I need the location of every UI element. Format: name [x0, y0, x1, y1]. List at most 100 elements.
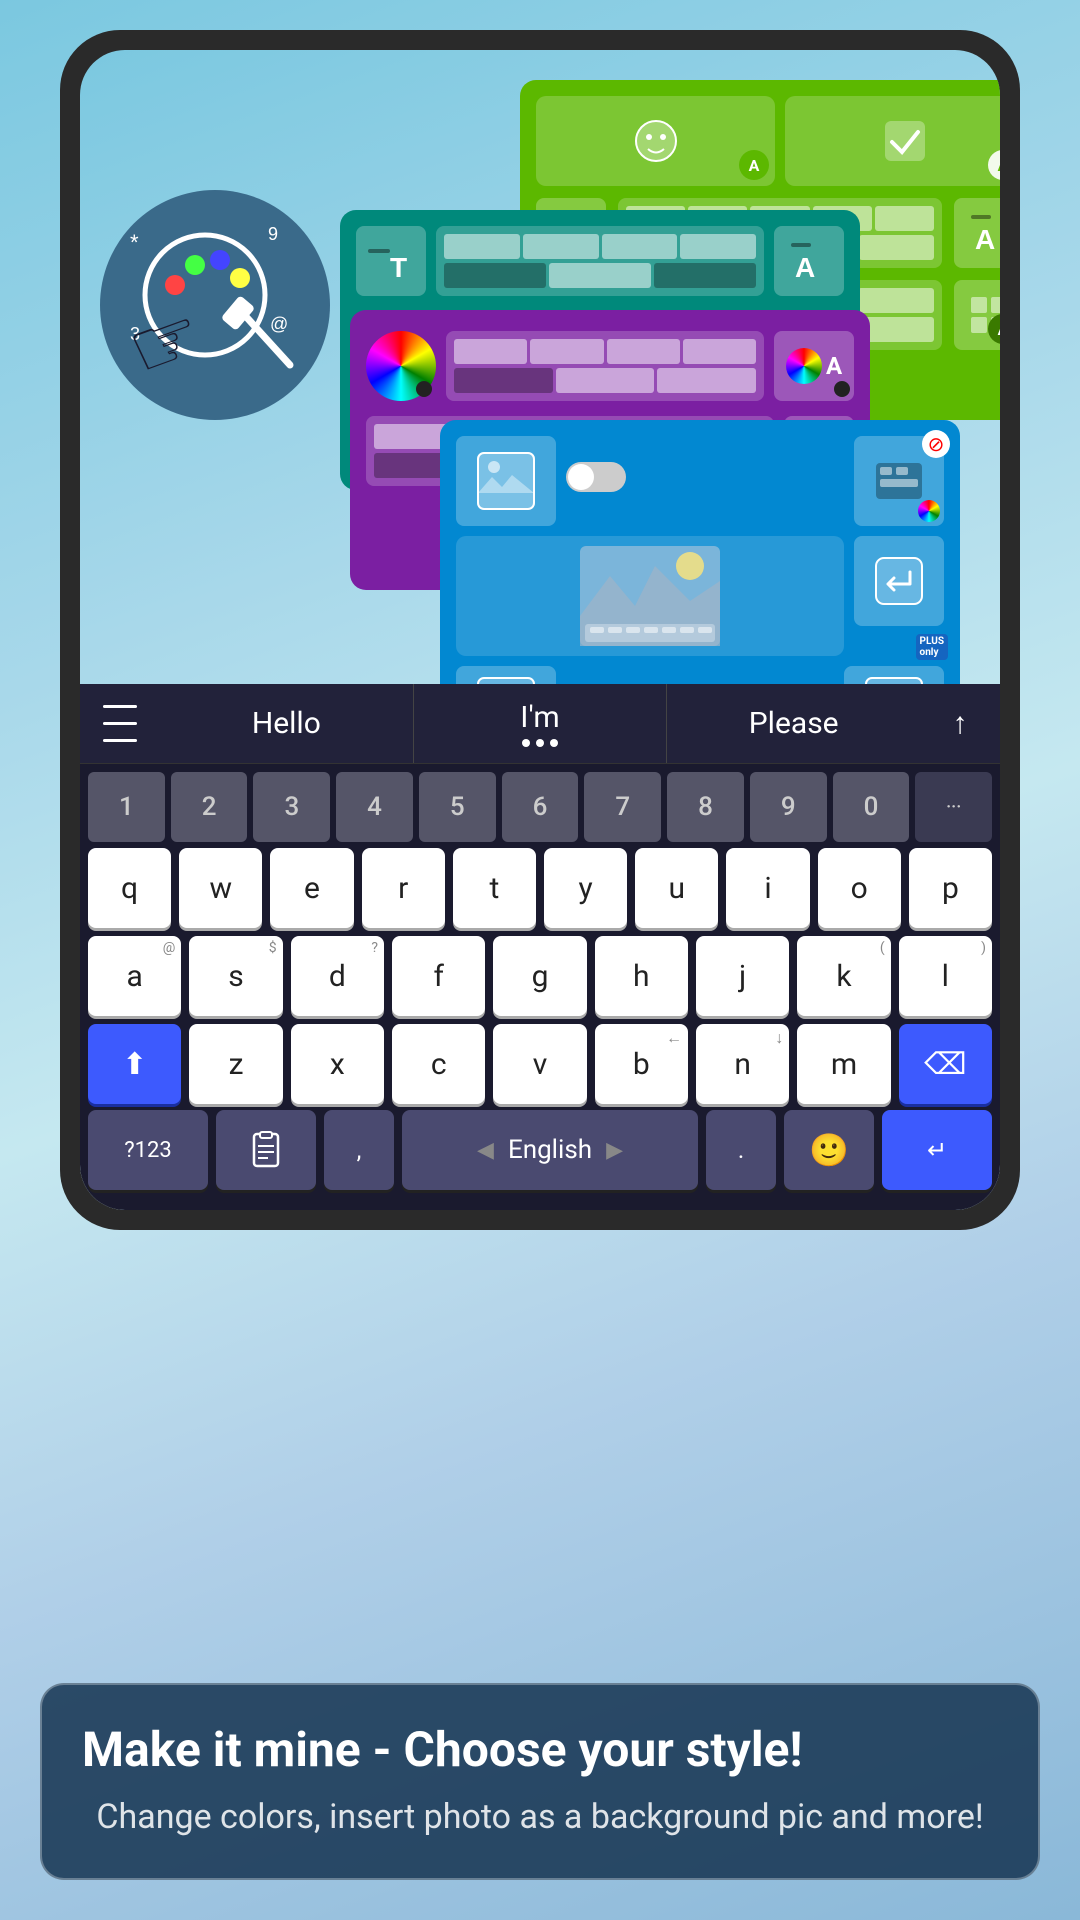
suggestion-hello[interactable]: Hello [160, 684, 414, 763]
purple-palette-icon [366, 331, 436, 401]
key-rows: q w e r t y u i o p @a $s [80, 842, 1000, 1110]
key-row-3: ⬆ z x c v ←b ↓n m ⌫ [88, 1024, 992, 1104]
key-row-1: q w e r t y u i o p [88, 848, 992, 928]
badge-a: A [739, 150, 769, 180]
green-top-icons: A A [536, 96, 1000, 186]
blue-preview-row: PLUSonly [456, 536, 944, 656]
key-d[interactable]: ?d [291, 936, 384, 1016]
svg-text:9: 9 [268, 224, 278, 244]
blue-landscape-preview [456, 536, 844, 656]
key-z[interactable]: z [189, 1024, 282, 1104]
key-enter[interactable]: ↵ [882, 1110, 992, 1190]
key-o[interactable]: o [818, 848, 901, 928]
no-entry-icon: ⊘ [922, 430, 950, 458]
blue-toggle-row [566, 462, 844, 500]
key-g[interactable]: g [493, 936, 586, 1016]
key-8[interactable]: 8 [667, 772, 744, 842]
key-w[interactable]: w [179, 848, 262, 928]
key-x[interactable]: x [291, 1024, 384, 1104]
blue-return-icon: PLUSonly [854, 536, 944, 656]
key-e[interactable]: e [270, 848, 353, 928]
svg-text:A: A [795, 252, 815, 281]
key-q[interactable]: q [88, 848, 171, 928]
key-clipboard[interactable] [216, 1110, 316, 1190]
suggestion-please[interactable]: Please [667, 684, 920, 763]
teal-a-icon: A [774, 226, 844, 296]
bottom-banner: Make it mine - Choose your style! Change… [40, 1683, 1040, 1880]
app-icon: * 9 3 @ ☞ [100, 190, 330, 420]
key-language[interactable]: ◀ English ▶ [402, 1110, 698, 1190]
svg-text:*: * [130, 230, 139, 255]
key-comma[interactable]: , [324, 1110, 394, 1190]
key-dots[interactable]: ··· [915, 772, 992, 842]
key-2[interactable]: 2 [171, 772, 248, 842]
key-a[interactable]: @a [88, 936, 181, 1016]
purple-top-row: A [366, 326, 854, 406]
app-icon-art: * 9 3 @ ☞ [120, 210, 310, 400]
key-period[interactable]: . [706, 1110, 776, 1190]
blue-toggle1[interactable] [566, 462, 626, 492]
key-f[interactable]: f [392, 936, 485, 1016]
svg-text:@: @ [270, 314, 288, 334]
purple-kbd-preview [446, 331, 764, 401]
key-9[interactable]: 9 [750, 772, 827, 842]
key-l[interactable]: )l [899, 936, 992, 1016]
theme-card-blue: ⊘ [440, 420, 960, 700]
badge-check: A [988, 150, 1000, 180]
phone-device: * 9 3 @ ☞ [60, 30, 1020, 1230]
key-row-2: @a $s ?d f g h j (k )l [88, 936, 992, 1016]
green-a-icon: A [954, 198, 1000, 268]
green-face-icon: A [536, 96, 775, 186]
key-shift[interactable]: ⬆ [88, 1024, 181, 1104]
key-t[interactable]: t [453, 848, 536, 928]
key-h[interactable]: h [595, 936, 688, 1016]
key-n[interactable]: ↓n [696, 1024, 789, 1104]
bottom-row: ?123 , ◀ English ▶ [80, 1110, 1000, 1210]
key-u[interactable]: u [635, 848, 718, 928]
keyboard-area: Hello I'm Please ↑ 1 2 [80, 684, 1000, 1210]
plus-only-badge: PLUSonly [916, 634, 948, 660]
key-k[interactable]: (k [797, 936, 890, 1016]
key-y[interactable]: y [544, 848, 627, 928]
key-3[interactable]: 3 [253, 772, 330, 842]
up-arrow-button[interactable]: ↑ [920, 706, 1000, 741]
phone-screen: * 9 3 @ ☞ [80, 50, 1000, 1210]
key-m[interactable]: m [797, 1024, 890, 1104]
key-emoji[interactable]: 🙂 [784, 1110, 874, 1190]
suggestion-im[interactable]: I'm [414, 684, 668, 763]
blue-kbd-color-icon: ⊘ [854, 436, 944, 526]
key-s[interactable]: $s [189, 936, 282, 1016]
green-grid-icon: A [954, 280, 1000, 350]
key-b[interactable]: ←b [595, 1024, 688, 1104]
key-p[interactable]: p [909, 848, 992, 928]
themes-container: A A [340, 80, 1000, 700]
key-1[interactable]: 1 [88, 772, 165, 842]
key-i[interactable]: i [726, 848, 809, 928]
background: * 9 3 @ ☞ [0, 0, 1080, 1920]
key-c[interactable]: c [392, 1024, 485, 1104]
teal-text-t-icon: T [356, 226, 426, 296]
svg-text:T: T [390, 252, 407, 281]
key-j[interactable]: j [696, 936, 789, 1016]
svg-text:A: A [975, 224, 995, 253]
lang-arrow-right: ▶ [606, 1138, 623, 1163]
menu-button[interactable] [80, 701, 160, 746]
green-check-icon: A [785, 96, 1000, 186]
lang-arrow-left: ◀ [477, 1138, 494, 1163]
teal-kbd-preview [436, 226, 764, 306]
key-4[interactable]: 4 [336, 772, 413, 842]
key-6[interactable]: 6 [502, 772, 579, 842]
key-v[interactable]: v [493, 1024, 586, 1104]
key-r[interactable]: r [362, 848, 445, 928]
teal-top-row: T A [356, 226, 844, 306]
suggestions-bar: Hello I'm Please ↑ [80, 684, 1000, 764]
key-5[interactable]: 5 [419, 772, 496, 842]
key-7[interactable]: 7 [584, 772, 661, 842]
key-0[interactable]: 0 [833, 772, 910, 842]
banner-title: Make it mine - Choose your style! [82, 1721, 998, 1779]
key-numbers[interactable]: ?123 [88, 1110, 208, 1190]
blue-top-row: ⊘ [456, 436, 944, 526]
purple-a-color-icon: A [774, 331, 854, 401]
key-backspace[interactable]: ⌫ [899, 1024, 992, 1104]
number-row: 1 2 3 4 5 6 7 8 9 0 ··· [80, 764, 1000, 842]
